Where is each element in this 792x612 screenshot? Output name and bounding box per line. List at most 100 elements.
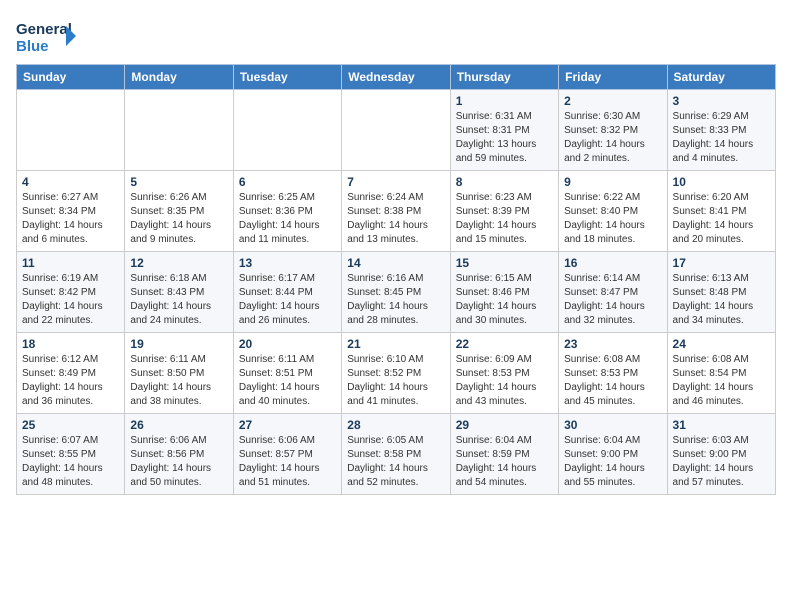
- page-header: GeneralBlue: [16, 16, 776, 56]
- day-info: Sunrise: 6:16 AM Sunset: 8:45 PM Dayligh…: [347, 272, 444, 328]
- header-row: SundayMondayTuesdayWednesdayThursdayFrid…: [17, 65, 776, 90]
- day-number: 11: [22, 256, 119, 270]
- calendar-week-5: 25 Sunrise: 6:07 AM Sunset: 8:55 PM Dayli…: [17, 414, 776, 495]
- calendar-table: SundayMondayTuesdayWednesdayThursdayFrid…: [16, 64, 776, 495]
- day-info: Sunrise: 6:11 AM Sunset: 8:51 PM Dayligh…: [239, 353, 336, 409]
- day-number: 30: [564, 418, 661, 432]
- day-header-tuesday: Tuesday: [233, 65, 341, 90]
- calendar-body: 1 Sunrise: 6:31 AM Sunset: 8:31 PM Daylig…: [17, 90, 776, 495]
- svg-text:Blue: Blue: [16, 38, 49, 55]
- calendar-week-2: 4 Sunrise: 6:27 AM Sunset: 8:34 PM Daylig…: [17, 171, 776, 252]
- day-header-friday: Friday: [559, 65, 667, 90]
- day-info: Sunrise: 6:23 AM Sunset: 8:39 PM Dayligh…: [456, 191, 553, 247]
- day-info: Sunrise: 6:26 AM Sunset: 8:35 PM Dayligh…: [130, 191, 227, 247]
- calendar-cell: 19Sunrise: 6:11 AM Sunset: 8:50 PM Dayli…: [125, 333, 233, 414]
- day-number: 2: [564, 94, 661, 108]
- calendar-cell: 2Sunrise: 6:30 AM Sunset: 8:32 PM Daylig…: [559, 90, 667, 171]
- calendar-week-1: 1 Sunrise: 6:31 AM Sunset: 8:31 PM Daylig…: [17, 90, 776, 171]
- day-info: Sunrise: 6:06 AM Sunset: 8:57 PM Dayligh…: [239, 434, 336, 490]
- calendar-cell: 30 Sunrise: 6:04 AM Sunset: 9:00 PM Dayli…: [559, 414, 667, 495]
- svg-text:General: General: [16, 21, 72, 38]
- calendar-cell: [17, 90, 125, 171]
- day-info: Sunrise: 6:25 AM Sunset: 8:36 PM Dayligh…: [239, 191, 336, 247]
- day-number: 16: [564, 256, 661, 270]
- day-info: Sunrise: 6:15 AM Sunset: 8:46 PM Dayligh…: [456, 272, 553, 328]
- calendar-cell: [125, 90, 233, 171]
- calendar-cell: 21Sunrise: 6:10 AM Sunset: 8:52 PM Dayli…: [342, 333, 450, 414]
- calendar-cell: 6 Sunrise: 6:25 AM Sunset: 8:36 PM Daylig…: [233, 171, 341, 252]
- day-info: Sunrise: 6:24 AM Sunset: 8:38 PM Dayligh…: [347, 191, 444, 247]
- day-info: Sunrise: 6:13 AM Sunset: 8:48 PM Dayligh…: [673, 272, 770, 328]
- calendar-header: SundayMondayTuesdayWednesdayThursdayFrid…: [17, 65, 776, 90]
- calendar-cell: 13 Sunrise: 6:17 AM Sunset: 8:44 PM Dayli…: [233, 252, 341, 333]
- day-number: 13: [239, 256, 336, 270]
- day-number: 29: [456, 418, 553, 432]
- day-info: Sunrise: 6:07 AM Sunset: 8:55 PM Dayligh…: [22, 434, 119, 490]
- day-info: Sunrise: 6:18 AM Sunset: 8:43 PM Dayligh…: [130, 272, 227, 328]
- day-info: Sunrise: 6:20 AM Sunset: 8:41 PM Dayligh…: [673, 191, 770, 247]
- day-number: 1: [456, 94, 553, 108]
- calendar-cell: 5 Sunrise: 6:26 AM Sunset: 8:35 PM Daylig…: [125, 171, 233, 252]
- calendar-cell: [233, 90, 341, 171]
- day-number: 19: [130, 337, 227, 351]
- day-info: Sunrise: 6:29 AM Sunset: 8:33 PM Dayligh…: [673, 110, 770, 166]
- day-header-wednesday: Wednesday: [342, 65, 450, 90]
- day-number: 25: [22, 418, 119, 432]
- day-number: 23: [564, 337, 661, 351]
- day-info: Sunrise: 6:27 AM Sunset: 8:34 PM Dayligh…: [22, 191, 119, 247]
- day-number: 4: [22, 175, 119, 189]
- day-number: 20: [239, 337, 336, 351]
- calendar-cell: 7 Sunrise: 6:24 AM Sunset: 8:38 PM Daylig…: [342, 171, 450, 252]
- calendar-week-4: 18 Sunrise: 6:12 AM Sunset: 8:49 PM Dayli…: [17, 333, 776, 414]
- calendar-cell: 23 Sunrise: 6:08 AM Sunset: 8:53 PM Dayli…: [559, 333, 667, 414]
- day-info: Sunrise: 6:08 AM Sunset: 8:54 PM Dayligh…: [673, 353, 770, 409]
- day-number: 15: [456, 256, 553, 270]
- day-number: 14: [347, 256, 444, 270]
- day-info: Sunrise: 6:17 AM Sunset: 8:44 PM Dayligh…: [239, 272, 336, 328]
- day-number: 3: [673, 94, 770, 108]
- logo: GeneralBlue: [16, 16, 76, 56]
- calendar-cell: 1 Sunrise: 6:31 AM Sunset: 8:31 PM Daylig…: [450, 90, 558, 171]
- calendar-cell: 16Sunrise: 6:14 AM Sunset: 8:47 PM Dayli…: [559, 252, 667, 333]
- day-number: 9: [564, 175, 661, 189]
- day-header-monday: Monday: [125, 65, 233, 90]
- calendar-cell: 17 Sunrise: 6:13 AM Sunset: 8:48 PM Dayli…: [667, 252, 775, 333]
- calendar-cell: [342, 90, 450, 171]
- day-info: Sunrise: 6:05 AM Sunset: 8:58 PM Dayligh…: [347, 434, 444, 490]
- calendar-cell: 14 Sunrise: 6:16 AM Sunset: 8:45 PM Dayli…: [342, 252, 450, 333]
- day-number: 18: [22, 337, 119, 351]
- day-number: 5: [130, 175, 227, 189]
- calendar-cell: 26Sunrise: 6:06 AM Sunset: 8:56 PM Dayli…: [125, 414, 233, 495]
- day-number: 27: [239, 418, 336, 432]
- day-number: 31: [673, 418, 770, 432]
- day-info: Sunrise: 6:08 AM Sunset: 8:53 PM Dayligh…: [564, 353, 661, 409]
- day-info: Sunrise: 6:04 AM Sunset: 8:59 PM Dayligh…: [456, 434, 553, 490]
- calendar-cell: 27 Sunrise: 6:06 AM Sunset: 8:57 PM Dayli…: [233, 414, 341, 495]
- day-number: 21: [347, 337, 444, 351]
- day-info: Sunrise: 6:22 AM Sunset: 8:40 PM Dayligh…: [564, 191, 661, 247]
- day-info: Sunrise: 6:04 AM Sunset: 9:00 PM Dayligh…: [564, 434, 661, 490]
- day-header-saturday: Saturday: [667, 65, 775, 90]
- calendar-cell: 12 Sunrise: 6:18 AM Sunset: 8:43 PM Dayli…: [125, 252, 233, 333]
- day-number: 8: [456, 175, 553, 189]
- calendar-week-3: 11Sunrise: 6:19 AM Sunset: 8:42 PM Dayli…: [17, 252, 776, 333]
- calendar-cell: 22Sunrise: 6:09 AM Sunset: 8:53 PM Dayli…: [450, 333, 558, 414]
- day-number: 7: [347, 175, 444, 189]
- day-info: Sunrise: 6:12 AM Sunset: 8:49 PM Dayligh…: [22, 353, 119, 409]
- day-number: 28: [347, 418, 444, 432]
- day-number: 10: [673, 175, 770, 189]
- calendar-cell: 15 Sunrise: 6:15 AM Sunset: 8:46 PM Dayli…: [450, 252, 558, 333]
- calendar-cell: 9 Sunrise: 6:22 AM Sunset: 8:40 PM Daylig…: [559, 171, 667, 252]
- day-number: 6: [239, 175, 336, 189]
- day-number: 12: [130, 256, 227, 270]
- calendar-cell: 28 Sunrise: 6:05 AM Sunset: 8:58 PM Dayli…: [342, 414, 450, 495]
- calendar-cell: 4 Sunrise: 6:27 AM Sunset: 8:34 PM Daylig…: [17, 171, 125, 252]
- day-number: 17: [673, 256, 770, 270]
- calendar-cell: 29 Sunrise: 6:04 AM Sunset: 8:59 PM Dayli…: [450, 414, 558, 495]
- day-info: Sunrise: 6:31 AM Sunset: 8:31 PM Dayligh…: [456, 110, 553, 166]
- logo-svg: GeneralBlue: [16, 16, 76, 56]
- day-info: Sunrise: 6:06 AM Sunset: 8:56 PM Dayligh…: [130, 434, 227, 490]
- calendar-cell: 10 Sunrise: 6:20 AM Sunset: 8:41 PM Dayli…: [667, 171, 775, 252]
- calendar-cell: 31Sunrise: 6:03 AM Sunset: 9:00 PM Dayli…: [667, 414, 775, 495]
- calendar-cell: 18 Sunrise: 6:12 AM Sunset: 8:49 PM Dayli…: [17, 333, 125, 414]
